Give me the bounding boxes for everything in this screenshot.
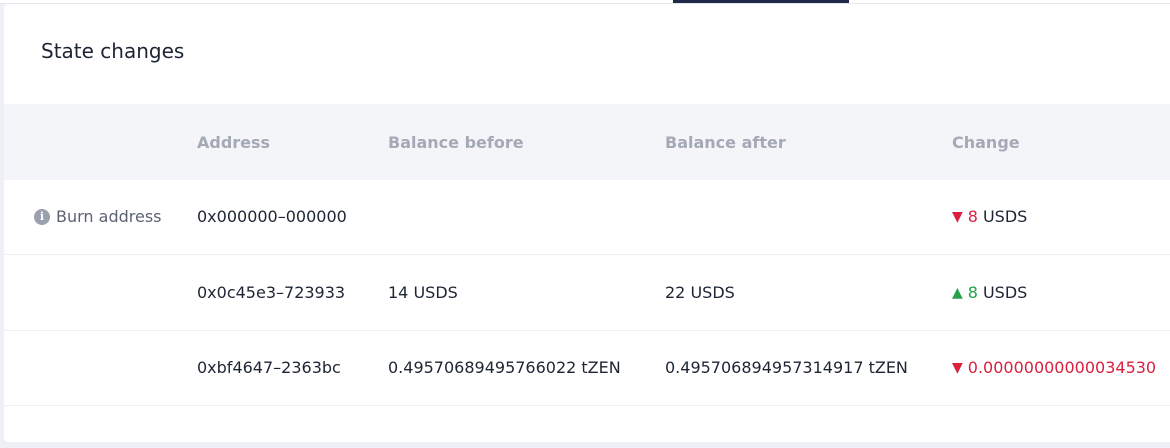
change-value: ▼ 0.00000000000034530: [952, 358, 1161, 377]
row-label-text: Burn address: [56, 207, 162, 226]
info-icon[interactable]: i: [34, 208, 50, 225]
header-balance-after: Balance after: [665, 133, 786, 152]
header-change: Change: [952, 133, 1020, 152]
state-changes-card: State changes Address Balance before Bal…: [4, 4, 1170, 442]
change-amount: 8: [967, 283, 978, 302]
change-unit: USDS: [982, 283, 1028, 302]
change-unit: USDS: [982, 207, 1028, 226]
balance-after: 22 USDS: [665, 283, 735, 302]
row-label: i Burn address: [34, 207, 162, 226]
arrow-up-icon: ▲: [952, 284, 963, 301]
balance-before: 0.49570689495766022 tZEN: [388, 358, 621, 377]
change-amount: 0.00000000000034530: [967, 358, 1157, 377]
active-tab-indicator: [673, 0, 849, 3]
balance-after: 0.495706894957314917 tZEN: [665, 358, 908, 377]
card-title: State changes: [41, 39, 185, 63]
header-balance-before: Balance before: [388, 133, 524, 152]
arrow-down-icon: ▼: [952, 359, 963, 376]
table-row: 0x0c45e3–723933 14 USDS 22 USDS ▲ 8 USDS: [4, 256, 1170, 331]
table-header: Address Balance before Balance after Cha…: [4, 104, 1170, 180]
address-link[interactable]: 0x000000–000000: [197, 207, 347, 226]
header-address: Address: [197, 133, 271, 152]
balance-before: 14 USDS: [388, 283, 458, 302]
arrow-down-icon: ▼: [952, 208, 963, 225]
table-row: i Burn address 0x000000–000000 ▼ 8 USDS: [4, 180, 1170, 255]
change-amount: 8: [967, 207, 978, 226]
change-value: ▲ 8 USDS: [952, 283, 1027, 302]
change-value: ▼ 8 USDS: [952, 207, 1027, 226]
address-link[interactable]: 0x0c45e3–723933: [197, 283, 345, 302]
address-link[interactable]: 0xbf4647–2363bc: [197, 358, 341, 377]
table-row: 0xbf4647–2363bc 0.49570689495766022 tZEN…: [4, 331, 1170, 406]
